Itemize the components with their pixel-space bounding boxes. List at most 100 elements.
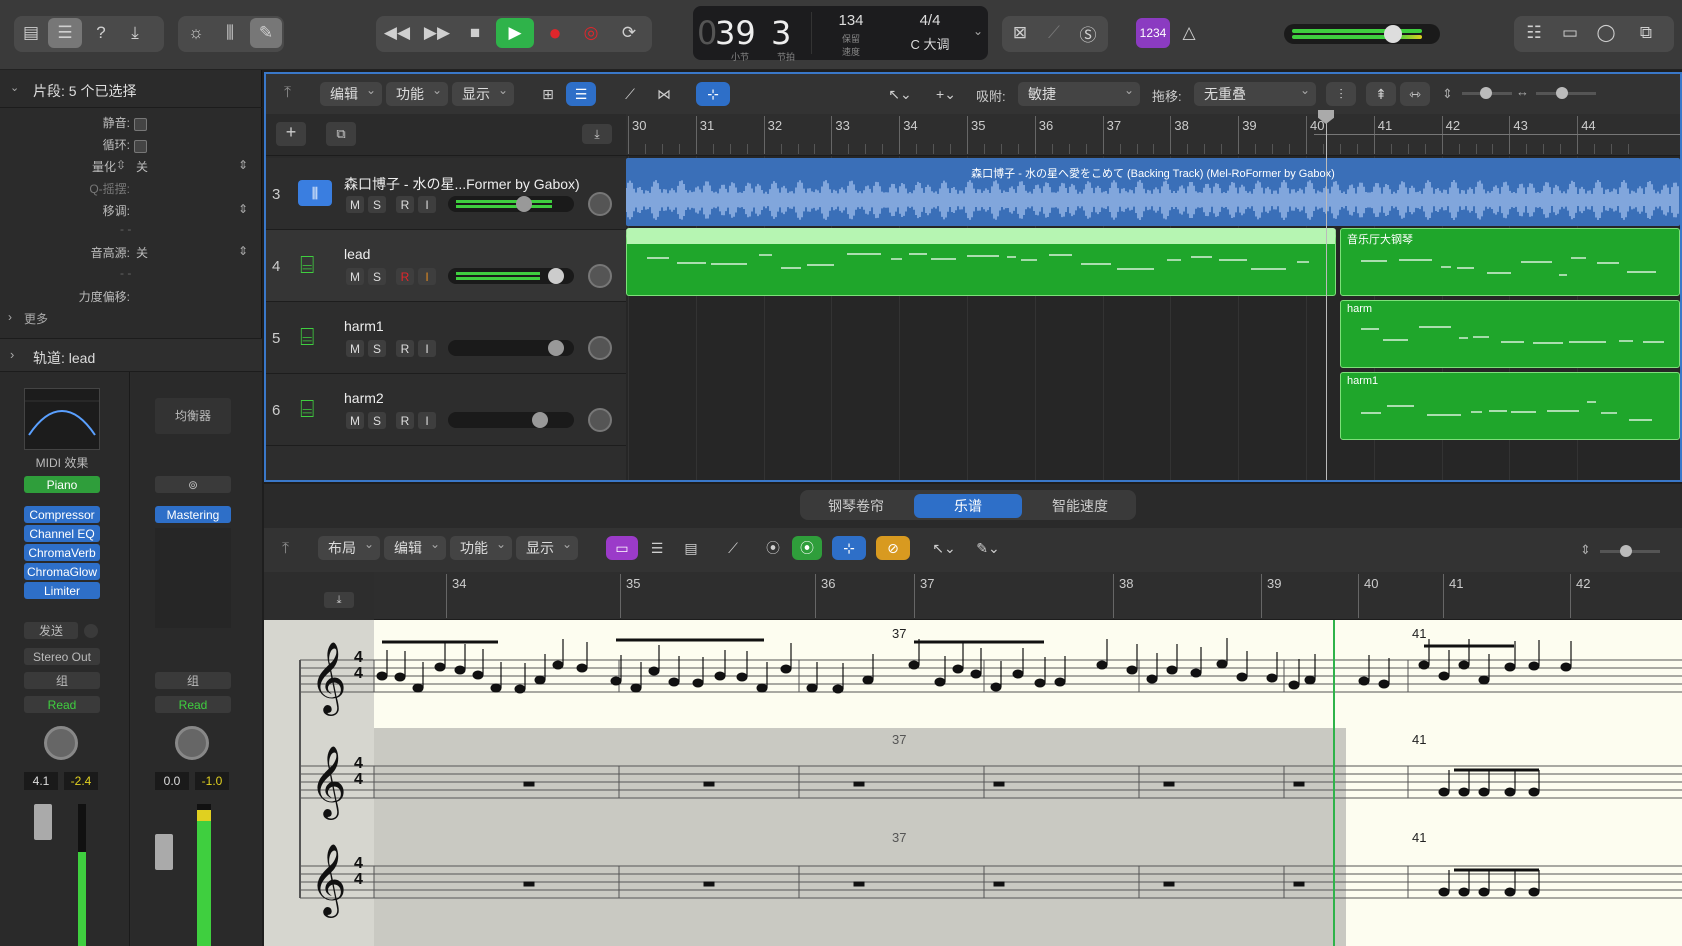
disclosure-open-icon[interactable]: ⌄	[10, 81, 19, 94]
download-icon[interactable]: ⤓	[120, 18, 150, 48]
metronome-icon[interactable]: △	[1174, 18, 1204, 48]
cycle-icon[interactable]: ⟳	[612, 18, 646, 48]
brightness-icon[interactable]: ☼	[180, 18, 212, 48]
lcd-display[interactable]: 0 39 3 小节 节拍 134 保留 速度 4/4 C 大调 ⌄	[693, 6, 988, 62]
vertical-zoom-handle[interactable]	[1480, 87, 1492, 99]
chevron-right-icon[interactable]: ›	[8, 310, 12, 324]
track-volume-handle[interactable]	[548, 340, 564, 356]
track-volume-slider[interactable]	[448, 412, 574, 428]
pan-knob[interactable]	[44, 726, 78, 760]
audio-region-backing[interactable]: 森口博子 - 水の星へ愛をこめて (Backing Track) (Mel-Ro…	[626, 158, 1680, 226]
transpose-row[interactable]: 移调: ⇕	[0, 202, 262, 224]
input-monitor-button[interactable]: I	[418, 412, 436, 429]
mixer-icon[interactable]: ⫼	[214, 18, 246, 48]
track-name[interactable]: harm1	[344, 318, 384, 334]
grid-icon[interactable]: ⊞	[534, 82, 562, 106]
quantize-row[interactable]: 量化 ⇳ 关 ⇕	[0, 158, 262, 180]
cycle-region-bar[interactable]	[1314, 134, 1680, 140]
pointer-tool-icon[interactable]: ↖⌄	[880, 82, 920, 106]
browser-icon[interactable]: ⧉	[1626, 18, 1666, 48]
volume-readout[interactable]: 4.1	[24, 772, 58, 790]
track-header-6[interactable]: 6 ⌸ harm2 M S R I	[266, 374, 626, 446]
popup-arrows-icon[interactable]: ⇕	[238, 158, 248, 172]
solo-button[interactable]: S	[368, 268, 386, 285]
velocity-offset-row[interactable]: 力度偏移:	[0, 288, 262, 310]
midi-region-lead-a[interactable]	[626, 228, 1336, 296]
chevron-right-icon[interactable]: ›	[10, 347, 14, 362]
back-arrow-icon[interactable]: ⤒	[282, 540, 289, 558]
mute-button[interactable]: M	[346, 196, 364, 213]
stepper-icon[interactable]: ⇳	[116, 158, 126, 172]
stop-icon[interactable]: ■	[458, 18, 492, 48]
plugin-mastering[interactable]: Mastering	[155, 506, 231, 523]
volume-fader-master[interactable]	[155, 834, 173, 870]
mute-button[interactable]: M	[346, 412, 364, 429]
plugin-chromaverb[interactable]: ChromaVerb	[24, 544, 100, 561]
solo-button[interactable]: S	[368, 340, 386, 357]
midi-region-lead-b[interactable]: 音乐厅大钢琴	[1340, 228, 1680, 296]
automation-mode-master[interactable]: Read	[155, 696, 231, 713]
track-pan-knob[interactable]	[588, 192, 612, 216]
master-volume[interactable]	[1284, 24, 1440, 44]
midi-region-harm[interactable]: harm	[1340, 300, 1680, 368]
chevron-down-icon[interactable]: ⌄	[973, 24, 983, 38]
plugin-limiter[interactable]: Limiter	[24, 582, 100, 599]
catch-icon[interactable]: ⊹	[696, 82, 730, 106]
help-icon[interactable]: ?	[86, 18, 116, 48]
group-slot[interactable]: 组	[24, 672, 100, 689]
solo-icon[interactable]: Ⓢ	[1072, 18, 1104, 48]
flex-icon[interactable]: ⋈	[650, 82, 678, 106]
plugin-chromaglow[interactable]: ChromaGlow	[24, 563, 100, 580]
list-icon[interactable]: ☷	[1518, 18, 1550, 48]
pitch-source-row[interactable]: 音高源: 关 ⇕	[0, 244, 262, 266]
track-volume-handle[interactable]	[532, 412, 548, 428]
eq-slot[interactable]: 均衡器	[155, 398, 231, 434]
view-menu[interactable]: 显示	[452, 82, 514, 106]
record-enable-button[interactable]: R	[396, 412, 414, 429]
input-monitor-button[interactable]: I	[418, 196, 436, 213]
track-header-3[interactable]: 3 ⫼ 森口博子 - 水の星...Former by Gabox) M S R …	[266, 158, 626, 230]
send-knob[interactable]	[84, 624, 98, 638]
track-header-5[interactable]: 5 ⌸ harm1 M S R I	[266, 302, 626, 374]
page-view-icon[interactable]: ▤	[676, 536, 706, 560]
fit-vertical-icon[interactable]: ⇞	[1366, 82, 1396, 106]
mute-checkbox[interactable]	[134, 118, 147, 131]
tab-piano-roll[interactable]: 钢琴卷帘	[804, 494, 908, 518]
score-playhead[interactable]	[1333, 620, 1335, 946]
loop-checkbox[interactable]	[134, 140, 147, 153]
track-volume-slider[interactable]	[448, 196, 574, 212]
instrument-slot[interactable]: Piano	[24, 476, 100, 493]
tab-smart-tempo[interactable]: 智能速度	[1028, 494, 1132, 518]
waveform-zoom-icon[interactable]: ⫶	[1326, 82, 1356, 106]
eq-thumbnail[interactable]	[24, 388, 100, 450]
library-icon[interactable]: ▤	[16, 18, 46, 48]
record-enable-button[interactable]: R	[396, 196, 414, 213]
editor-view-menu[interactable]: 显示	[516, 536, 578, 560]
track-pan-knob[interactable]	[588, 264, 612, 288]
input-monitor-button[interactable]: I	[418, 268, 436, 285]
mute-button[interactable]: M	[346, 340, 364, 357]
loops-icon[interactable]: ◯	[1590, 18, 1622, 48]
track-pan-knob[interactable]	[588, 336, 612, 360]
output-slot[interactable]: Stereo Out	[24, 648, 100, 665]
functions-menu[interactable]: 功能	[386, 82, 448, 106]
volume-fader[interactable]	[34, 804, 52, 840]
automation-icon[interactable]: ⟋	[616, 82, 644, 106]
record-mode-icon[interactable]: ◎	[574, 18, 608, 48]
solo-button[interactable]: S	[368, 196, 386, 213]
master-volume-handle[interactable]	[1384, 25, 1402, 43]
add-track-button[interactable]: +	[276, 122, 306, 146]
automation-mode[interactable]: Read	[24, 696, 100, 713]
layout-menu[interactable]: 布局	[318, 536, 380, 560]
track-volume-slider[interactable]	[448, 340, 574, 356]
pencil-tool-icon[interactable]: ✎⌄	[968, 536, 1008, 560]
collapse-icon[interactable]: ⤓	[324, 592, 354, 608]
region-header[interactable]: ⌄ 片段: 5 个已选择	[0, 70, 262, 108]
horizontal-zoom-handle[interactable]	[1556, 87, 1568, 99]
mute-button[interactable]: M	[346, 268, 364, 285]
inspector-icon[interactable]: ☰	[48, 18, 82, 48]
popup-arrows-icon[interactable]: ⇕	[238, 202, 248, 216]
plugin-channel-eq[interactable]: Channel EQ	[24, 525, 100, 542]
collapse-icon[interactable]: ⤓	[582, 124, 612, 144]
count-in-button[interactable]: 1234	[1136, 18, 1170, 48]
